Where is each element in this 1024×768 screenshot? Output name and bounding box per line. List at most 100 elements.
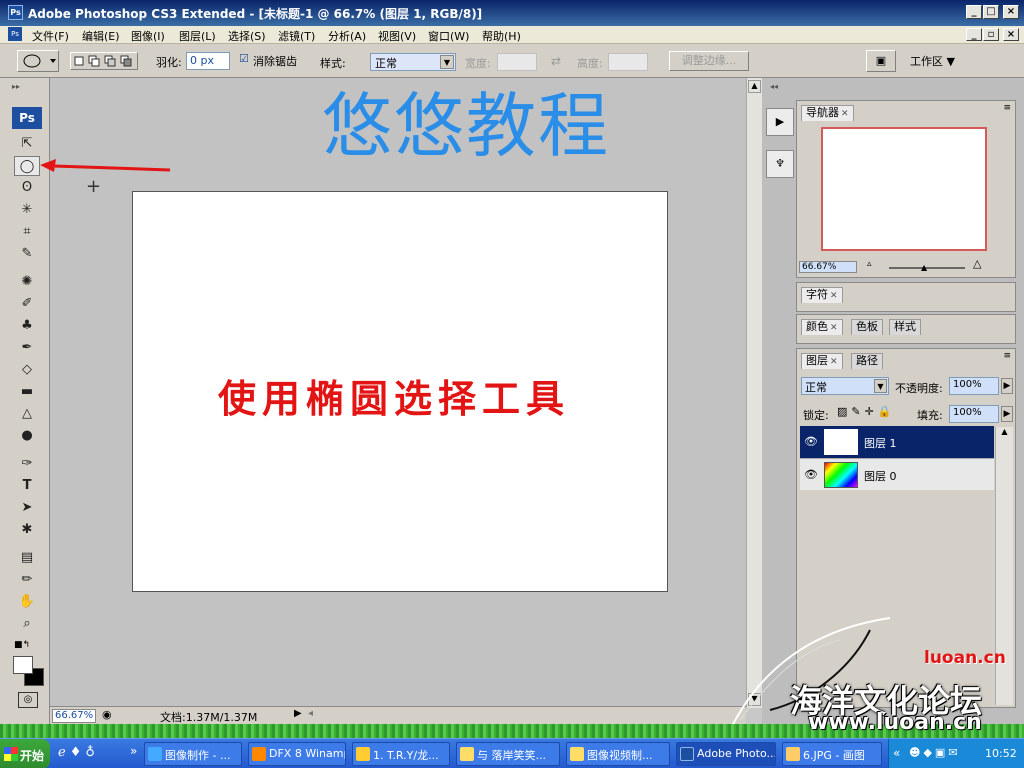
tab-color[interactable]: 颜色 ✕ <box>801 319 843 335</box>
eraser-tool-icon[interactable]: ◇ <box>14 360 40 380</box>
brushes-icon[interactable]: ♆ <box>766 150 794 178</box>
feather-input[interactable]: 0 px <box>186 52 230 70</box>
menu-layer[interactable]: 图层(L) <box>179 28 216 44</box>
crop-tool-icon[interactable]: ⌗ <box>14 222 40 242</box>
close-button[interactable]: × <box>1003 5 1019 19</box>
quicklaunch-more-icon[interactable]: » <box>130 744 137 758</box>
close-icon[interactable]: ✕ <box>830 291 838 301</box>
doc-minimize-button[interactable]: _ <box>966 28 982 41</box>
panel-menu-icon[interactable]: ≡ <box>1003 351 1011 361</box>
layer-row[interactable]: 👁 图层 1 <box>800 426 994 458</box>
zoom-field[interactable]: 66.67% <box>52 709 96 723</box>
maximize-button[interactable]: □ <box>983 5 999 19</box>
tray-icons[interactable]: ☻◆▣✉ <box>909 746 961 759</box>
tab-swatches[interactable]: 色板 <box>851 319 883 335</box>
dock-collapse-icon[interactable]: ◂◂ <box>770 82 778 91</box>
fill-input[interactable]: 100% <box>949 405 999 423</box>
toolbox-collapse-icon[interactable]: ▸▸ <box>12 82 20 91</box>
task-button-active[interactable]: Adobe Photo... <box>676 742 776 766</box>
tray-expand-icon[interactable]: « <box>893 746 900 760</box>
scroll-up-icon[interactable]: ▲ <box>996 427 1013 436</box>
actions-icon[interactable]: ▶ <box>766 108 794 136</box>
refine-edge-button[interactable]: 调整边缘... <box>669 51 749 71</box>
task-button[interactable]: 6.JPG - 画图 <box>782 742 882 766</box>
menu-file[interactable]: 文件(F) <box>32 28 69 44</box>
history-brush-icon[interactable]: ✒ <box>14 338 40 358</box>
close-icon[interactable]: ✕ <box>830 323 838 333</box>
default-colors-icon[interactable]: ■↰ <box>14 640 30 650</box>
layer-row[interactable]: 👁 图层 0 <box>800 458 994 490</box>
task-button[interactable]: 图像视频制... <box>566 742 670 766</box>
path-select-icon[interactable]: ➤ <box>14 498 40 518</box>
zoom-out-icon[interactable]: ▵ <box>867 259 872 269</box>
tab-styles[interactable]: 样式 <box>889 319 921 335</box>
close-icon[interactable]: ✕ <box>830 357 838 367</box>
menu-window[interactable]: 窗口(W) <box>428 28 469 44</box>
quicklaunch-icons[interactable]: ℯ♦♁ <box>58 745 99 760</box>
workspace-menu[interactable]: 工作区 ▼ <box>910 53 955 69</box>
quick-mask-icon[interactable]: ◎ <box>18 692 38 708</box>
panel-menu-icon[interactable]: ≡ <box>1003 103 1011 113</box>
close-icon[interactable]: ✕ <box>841 109 849 119</box>
scroll-up-icon[interactable]: ▲ <box>748 80 761 93</box>
doc-icon[interactable]: Ps <box>8 27 22 41</box>
menu-filter[interactable]: 滤镜(T) <box>278 28 315 44</box>
zoom-in-icon[interactable]: △ <box>973 257 981 270</box>
clone-stamp-icon[interactable]: ♣ <box>14 316 40 336</box>
magic-wand-tool-icon[interactable]: ✳ <box>14 200 40 220</box>
healing-brush-icon[interactable]: ✺ <box>14 272 40 292</box>
navigator-zoom-field[interactable]: 66.67% <box>799 261 857 273</box>
start-button[interactable]: 开始 <box>0 739 50 768</box>
move-tool-icon[interactable]: ⇱ <box>14 134 40 154</box>
task-button[interactable]: 与 落岸笑笑... <box>456 742 560 766</box>
status-info-icon[interactable]: ◉ <box>102 708 112 721</box>
gradient-tool-icon[interactable]: ▬ <box>14 382 40 402</box>
eye-icon[interactable]: 👁 <box>804 435 818 448</box>
opacity-input[interactable]: 100% <box>949 377 999 395</box>
lock-icons[interactable]: ▨✎✛🔒 <box>837 405 896 418</box>
menu-select[interactable]: 选择(S) <box>228 28 266 44</box>
dodge-tool-icon[interactable]: ● <box>14 426 40 446</box>
selection-mode-buttons[interactable] <box>70 52 138 70</box>
pen-tool-icon[interactable]: ✑ <box>14 454 40 474</box>
status-menu-icon[interactable]: ▶ <box>294 708 302 719</box>
menu-analysis[interactable]: 分析(A) <box>328 28 366 44</box>
eye-icon[interactable]: 👁 <box>804 468 818 481</box>
antialias-checkbox[interactable]: ☑ <box>239 52 249 65</box>
menu-view[interactable]: 视图(V) <box>378 28 416 44</box>
blur-tool-icon[interactable]: △ <box>14 404 40 424</box>
style-select[interactable]: 正常 ▼ <box>370 53 456 71</box>
tab-layers[interactable]: 图层 ✕ <box>801 353 843 369</box>
blend-mode-select[interactable]: 正常 ▼ <box>801 377 889 395</box>
notes-tool-icon[interactable]: ▤ <box>14 548 40 568</box>
height-input[interactable] <box>608 53 648 71</box>
task-button[interactable]: DFX 8 Winamp <box>248 742 346 766</box>
hscroll-left-icon[interactable]: ◂ <box>308 708 313 719</box>
foreground-color-swatch[interactable] <box>13 656 33 674</box>
width-input[interactable] <box>497 53 537 71</box>
brush-tool-icon[interactable]: ✐ <box>14 294 40 314</box>
fill-arrow-icon[interactable]: ▶ <box>1001 406 1013 422</box>
hand-tool-icon[interactable]: ✋ <box>14 592 40 612</box>
zoom-tool-icon[interactable]: ⌕ <box>14 614 40 634</box>
type-tool-icon[interactable]: T <box>14 476 40 496</box>
ps-logo[interactable]: Ps <box>12 107 42 129</box>
title-bar[interactable]: Ps Adobe Photoshop CS3 Extended - [未标题-1… <box>0 0 1024 26</box>
slice-tool-icon[interactable]: ✎ <box>14 244 40 264</box>
eyedropper-icon[interactable]: ✏ <box>14 570 40 590</box>
task-button[interactable]: 图像制作 - ... <box>144 742 242 766</box>
tab-paths[interactable]: 路径 <box>851 353 883 369</box>
navigator-preview[interactable] <box>821 127 987 251</box>
lasso-tool-icon[interactable]: ʘ <box>14 178 40 198</box>
task-button[interactable]: 1. T.R.Y/龙... <box>352 742 450 766</box>
tab-character[interactable]: 字符 ✕ <box>801 287 843 303</box>
menu-image[interactable]: 图像(I) <box>131 28 165 44</box>
bridge-icon[interactable]: ▣ <box>866 50 896 72</box>
tool-preset-picker[interactable] <box>17 50 59 72</box>
menu-edit[interactable]: 编辑(E) <box>82 28 120 44</box>
minimize-button[interactable]: _ <box>966 5 982 19</box>
tab-navigator[interactable]: 导航器 ✕ <box>801 105 854 121</box>
doc-close-button[interactable]: × <box>1003 28 1019 41</box>
zoom-slider-thumb[interactable]: ▲ <box>921 263 927 272</box>
doc-restore-button[interactable]: ▫ <box>983 28 999 41</box>
